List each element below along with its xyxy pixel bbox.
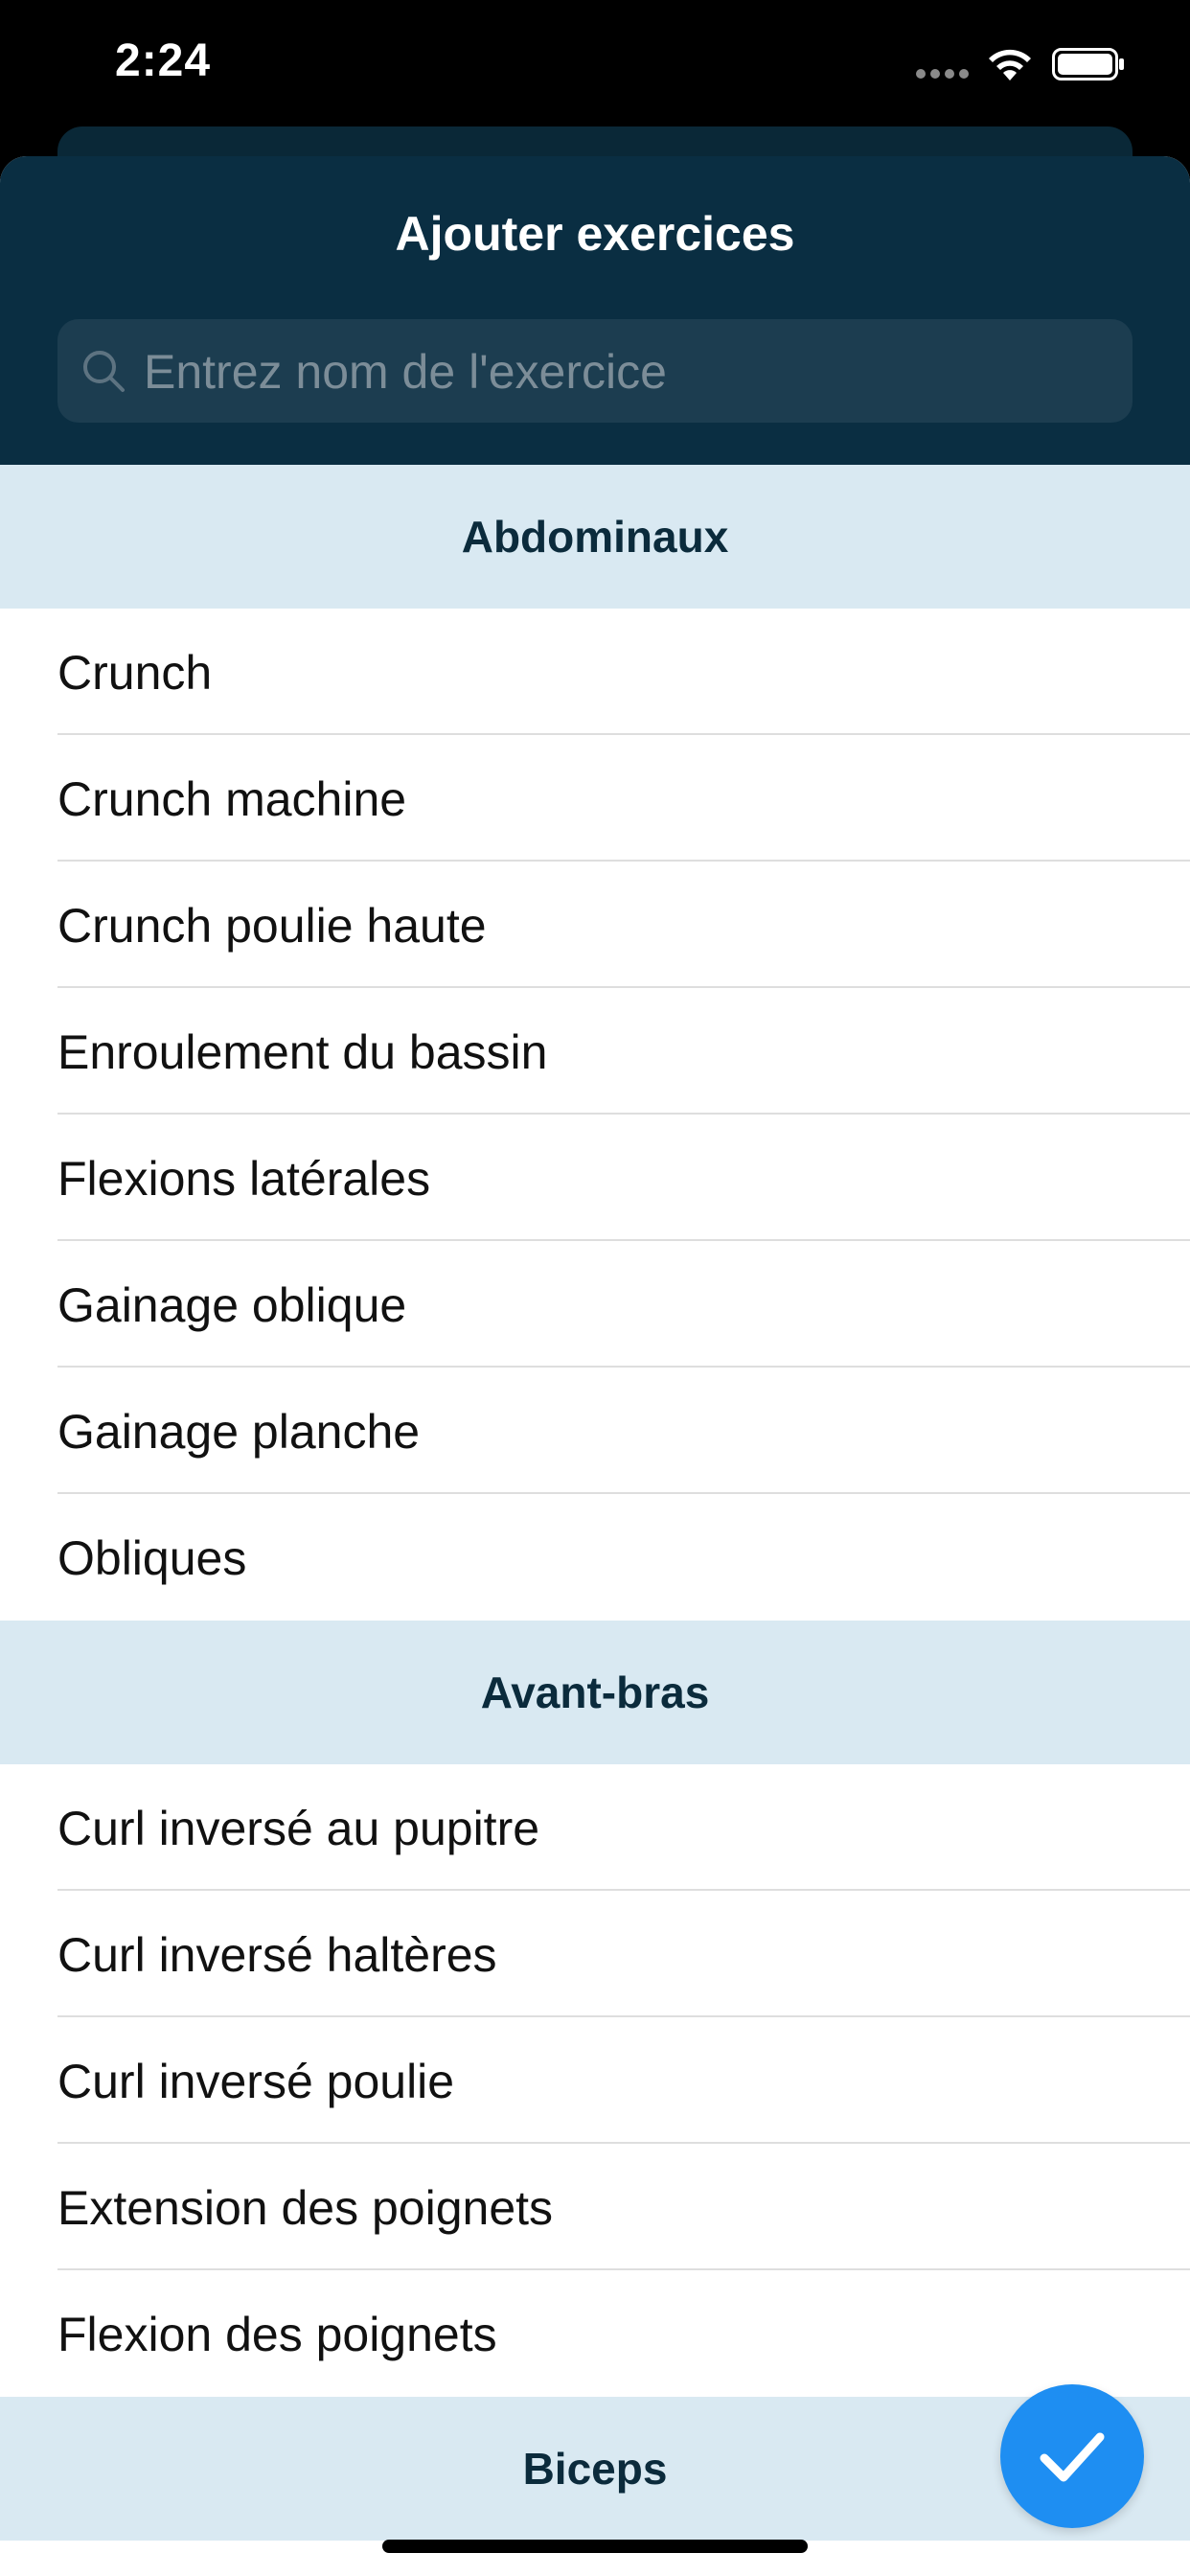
- exercise-label: Flexion des poignets: [57, 2308, 497, 2361]
- exercise-label: Gainage oblique: [57, 1278, 407, 1332]
- exercise-row[interactable]: Flexions latérales: [0, 1115, 1190, 1241]
- exercise-label: Enroulement du bassin: [57, 1025, 548, 1079]
- exercise-label: Crunch poulie haute: [57, 899, 487, 953]
- exercise-row[interactable]: Curl inversé haltères: [0, 1891, 1190, 2017]
- exercise-row[interactable]: Curl inversé poulie: [0, 2017, 1190, 2144]
- exercise-row[interactable]: Extension des poignets: [0, 2144, 1190, 2270]
- exercise-row[interactable]: Crunch: [0, 609, 1190, 735]
- confirm-button[interactable]: [1000, 2384, 1144, 2528]
- exercise-row[interactable]: Gainage oblique: [0, 1241, 1190, 1368]
- section-header: Abdominaux: [0, 465, 1190, 609]
- search-placeholder: Entrez nom de l'exercice: [144, 345, 667, 399]
- exercise-row[interactable]: Flexion des poignets: [0, 2270, 1190, 2397]
- exercise-row[interactable]: Crunch poulie haute: [0, 862, 1190, 988]
- exercise-label: Crunch machine: [57, 772, 407, 826]
- add-exercises-sheet: Ajouter exercices Entrez nom de l'exerci…: [0, 156, 1190, 2576]
- cellular-signal-icon: [916, 69, 970, 79]
- exercise-label: Gainage planche: [57, 1405, 421, 1459]
- exercise-row[interactable]: Crunch machine: [0, 735, 1190, 862]
- home-indicator: [382, 2540, 808, 2553]
- wifi-icon: [989, 49, 1031, 80]
- search-input[interactable]: Entrez nom de l'exercice: [57, 319, 1133, 423]
- exercise-label: Obliques: [57, 1531, 247, 1585]
- battery-icon: [1052, 48, 1124, 80]
- exercise-label: Curl inversé haltères: [57, 1928, 497, 1982]
- status-time: 2:24: [115, 35, 212, 86]
- checkmark-icon: [1040, 2432, 1105, 2482]
- exercise-label: Flexions latérales: [57, 1152, 431, 1206]
- exercise-list: Abdominaux Crunch Crunch machine Crunch pou…: [0, 465, 1190, 2541]
- exercise-label: Curl inversé poulie: [57, 2055, 455, 2108]
- exercise-row[interactable]: Gainage planche: [0, 1368, 1190, 1494]
- search-icon: [83, 351, 125, 392]
- exercise-label: Curl inversé au pupitre: [57, 1802, 540, 1855]
- exercise-label: Extension des poignets: [57, 2181, 554, 2235]
- exercise-row[interactable]: Obliques: [0, 1494, 1190, 1621]
- exercise-row[interactable]: Enroulement du bassin: [0, 988, 1190, 1115]
- sheet-header: Ajouter exercices Entrez nom de l'exerci…: [0, 156, 1190, 465]
- exercise-label: Crunch: [57, 646, 213, 700]
- exercise-row[interactable]: Curl inversé au pupitre: [0, 1764, 1190, 1891]
- page-title: Ajouter exercices: [395, 207, 795, 261]
- screen: 2:24 Ajouter exercices Entrez nom de l'e…: [0, 0, 1190, 2576]
- section-header: Avant-bras: [0, 1621, 1190, 1764]
- status-bar: 2:24: [0, 0, 1190, 125]
